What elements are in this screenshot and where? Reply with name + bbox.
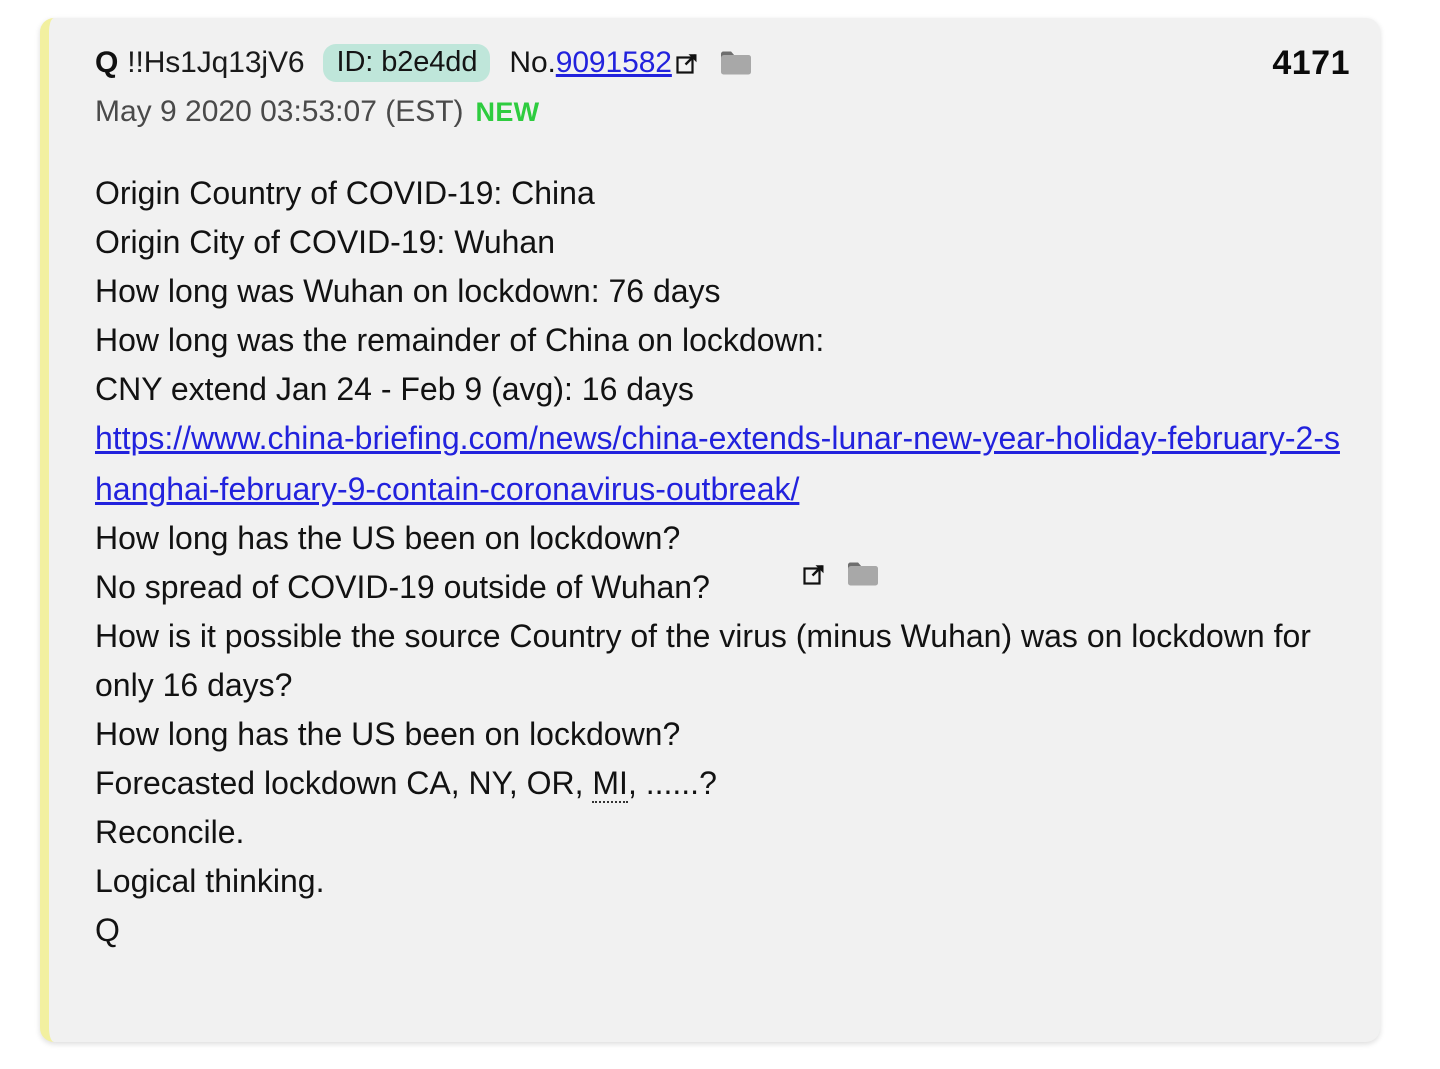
post-header-identity-row: Q !!Hs1Jq13jV6 ID: b2e4dd No. 9091582	[95, 44, 1356, 83]
post-number-link[interactable]: 9091582	[556, 48, 672, 78]
post-card: Q !!Hs1Jq13jV6 ID: b2e4dd No. 9091582 41…	[40, 18, 1380, 1042]
post-timestamp-row: May 9 2020 03:53:07 (EST) NEW	[95, 97, 1356, 127]
body-line: Logical thinking.	[95, 863, 325, 900]
external-link-icon[interactable]	[803, 465, 825, 586]
body-line: Origin City of COVID-19: Wuhan	[95, 224, 556, 261]
post-header: Q !!Hs1Jq13jV6 ID: b2e4dd No. 9091582 41…	[95, 44, 1356, 127]
post-body: Origin Country of COVID-19: China Origin…	[95, 169, 1356, 955]
body-line: Q	[95, 912, 120, 949]
post-number-prefix: No.	[509, 46, 556, 80]
post-author: Q	[95, 46, 119, 80]
body-line: Origin Country of COVID-19: China	[95, 175, 595, 212]
body-line: How long was Wuhan on lockdown: 76 days	[95, 273, 721, 310]
post-id-badge: ID: b2e4dd	[323, 44, 491, 83]
folder-icon[interactable]	[847, 463, 879, 586]
body-line: No spread of COVID-19 outside of Wuhan?	[95, 569, 710, 606]
url-trailing-icons	[799, 463, 879, 586]
forecast-prefix: Forecasted lockdown CA, NY, OR,	[95, 765, 593, 802]
new-badge: NEW	[475, 97, 540, 128]
external-link-icon[interactable]	[676, 52, 698, 74]
body-line: How long has the US been on lockdown?	[95, 716, 681, 753]
body-line: CNY extend Jan 24 - Feb 9 (avg): 16 days	[95, 371, 694, 408]
body-line: How is it possible the source Country of…	[95, 618, 1320, 704]
forecast-suffix: , ......?	[627, 765, 717, 802]
body-line: How long has the US been on lockdown?	[95, 520, 681, 557]
body-forecast-line: Forecasted lockdown CA, NY, OR, MI, ....…	[95, 759, 1356, 808]
post-timestamp: May 9 2020 03:53:07 (EST)	[95, 95, 464, 129]
body-line: Reconcile.	[95, 814, 245, 851]
source-url-link[interactable]: https://www.china-briefing.com/news/chin…	[95, 420, 1340, 507]
body-line: How long was the remainder of China on l…	[95, 322, 825, 359]
post-card-inner: Q !!Hs1Jq13jV6 ID: b2e4dd No. 9091582 41…	[49, 18, 1380, 981]
page-root: Q !!Hs1Jq13jV6 ID: b2e4dd No. 9091582 41…	[0, 0, 1440, 1069]
post-tripcode: !!Hs1Jq13jV6	[127, 46, 305, 80]
body-url-line: https://www.china-briefing.com/news/chin…	[95, 414, 1356, 586]
post-count-badge: 4171	[1272, 44, 1350, 82]
forecast-state-mi: MI	[592, 765, 628, 804]
folder-icon[interactable]	[720, 50, 752, 76]
